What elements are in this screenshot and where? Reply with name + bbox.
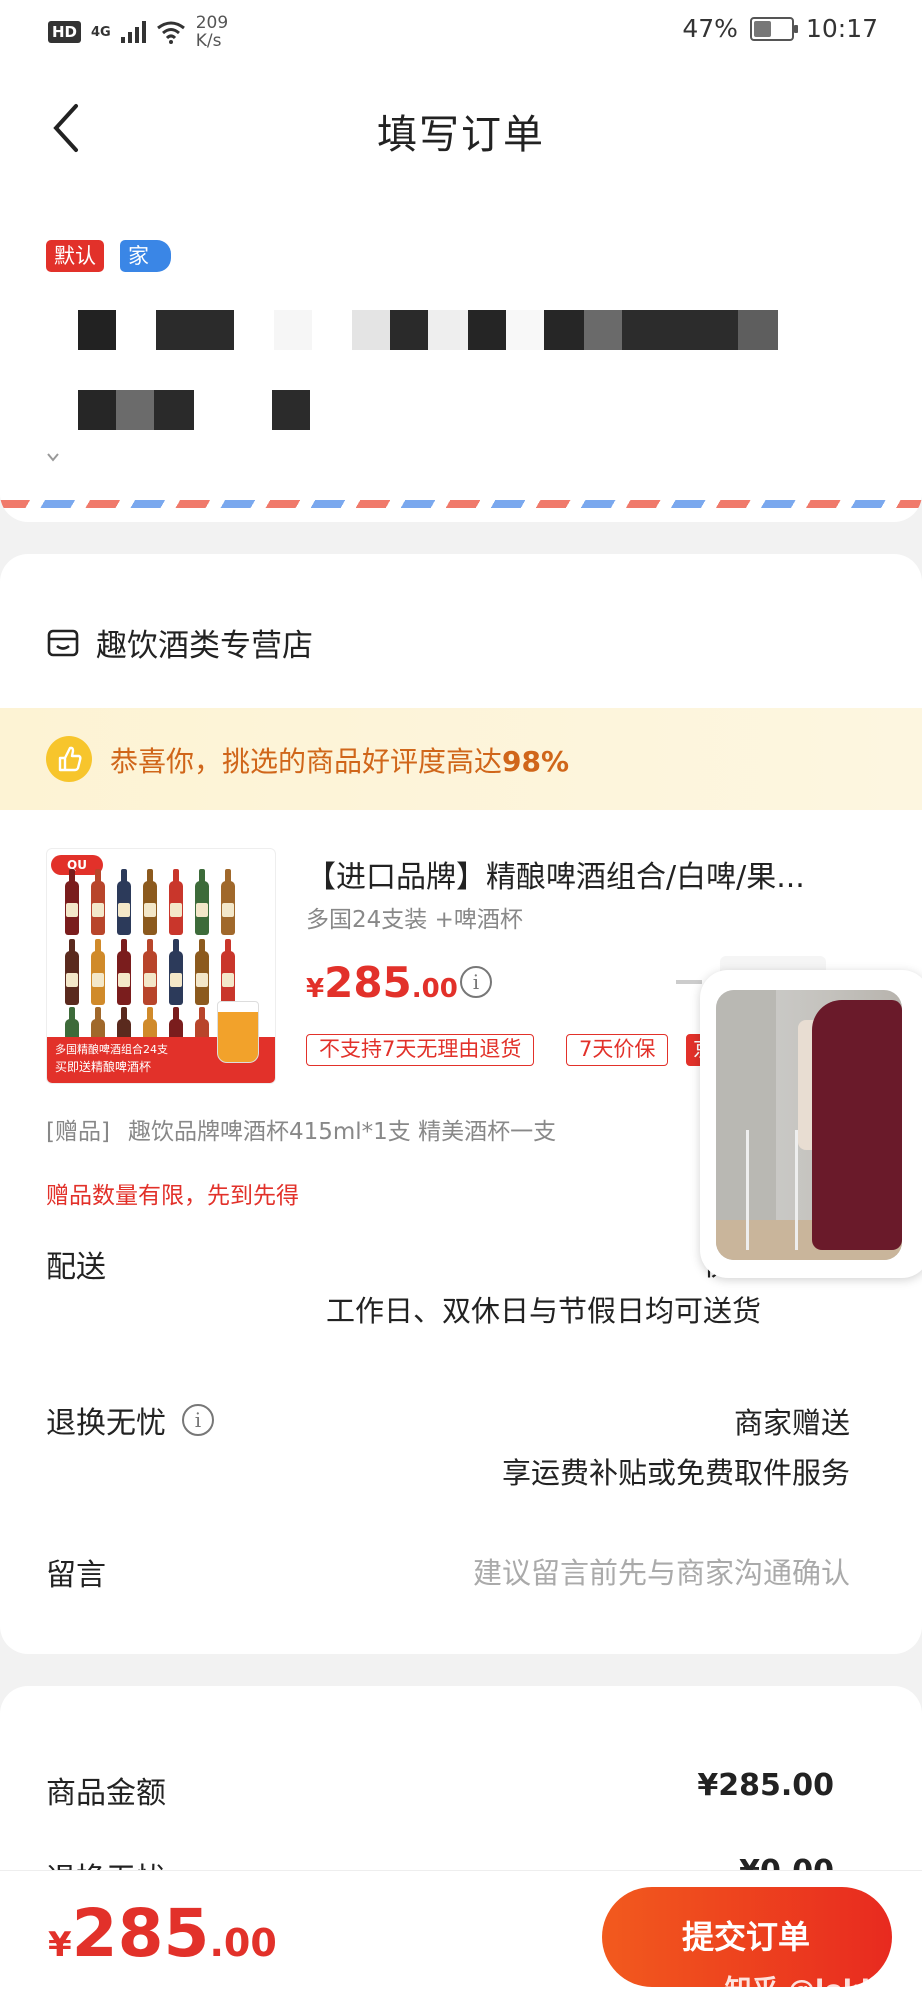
returns-label: 退换无忧 xyxy=(46,1406,166,1441)
page-header: 填写订单 xyxy=(0,64,922,192)
image-caption-top: 多国精酿啤酒组合24支 xyxy=(55,1043,168,1056)
price-integer: 285 xyxy=(324,958,412,1007)
praise-rate: 98% xyxy=(502,745,570,778)
network-speed: 209 K/s xyxy=(196,14,228,50)
product-price: ¥285.00 xyxy=(306,958,458,1007)
status-right: 47% 10:17 xyxy=(682,14,878,43)
clock: 10:17 xyxy=(805,14,878,43)
status-bar: HD 4G 209 K/s 47% 10:17 xyxy=(0,0,922,64)
total-price: ¥285.00 xyxy=(48,1895,277,1972)
beer-bottle-icon xyxy=(195,869,209,935)
home-tag: 家 xyxy=(120,240,171,272)
checkout-bar: ¥285.00 提交订单 知乎 @loki xyxy=(0,1870,922,1997)
returns-value[interactable]: 商家赠送 xyxy=(734,1400,850,1442)
signal-icon xyxy=(120,21,146,43)
price-protect-badge: 7天价保 xyxy=(566,1034,669,1066)
watermark: 知乎 @loki xyxy=(724,1975,870,1997)
gift-line: [赠品] 趣饮品牌啤酒杯415ml*1支 精美酒杯一支 xyxy=(46,1112,556,1146)
message-label: 留言 xyxy=(46,1558,106,1593)
beer-bottle-icon xyxy=(169,869,183,935)
delivery-schedule[interactable]: 工作日、双休日与节假日均可送货 xyxy=(326,1288,761,1330)
total-currency: ¥ xyxy=(48,1925,72,1965)
praise-banner: 恭喜你，挑选的商品好评度高达98% xyxy=(0,708,922,810)
returns-service[interactable]: 享运费补贴或免费取件服务 xyxy=(502,1450,850,1492)
beer-bottle-icon xyxy=(169,939,183,1005)
beer-bottle-icon xyxy=(195,939,209,1005)
airmail-border xyxy=(0,500,922,508)
beer-bottle-icon xyxy=(65,869,79,935)
submit-order-button[interactable]: 提交订单 知乎 @loki xyxy=(602,1887,892,1997)
product-spec: 多国24支装 +啤酒杯 xyxy=(306,907,523,933)
battery-icon xyxy=(749,16,798,41)
gift-limit-notice: 赠品数量有限，先到先得 xyxy=(46,1183,299,1209)
delivery-label: 配送 xyxy=(46,1250,106,1285)
total-integer: 285 xyxy=(71,1895,210,1972)
product-image[interactable]: QU 多国精酿啤酒组合24支 买即送精酿啤酒杯 xyxy=(46,848,276,1084)
speed-unit: K/s xyxy=(195,31,222,51)
image-caption: 买即送精酿啤酒杯 xyxy=(55,1060,152,1074)
no-return-badge: 不支持7天无理由退货 xyxy=(306,1034,535,1066)
beer-glass-icon xyxy=(217,1001,259,1063)
price-info-icon[interactable]: i xyxy=(460,966,492,998)
beer-bottle-icon xyxy=(91,869,105,935)
beer-bottle-icon xyxy=(221,869,235,935)
store-header[interactable]: 趣饮酒类专营店 xyxy=(46,620,313,665)
contact-redacted-line xyxy=(78,390,310,430)
hd-indicator: HD xyxy=(48,21,82,43)
beer-bottle-icon xyxy=(143,939,157,1005)
returns-info-icon[interactable]: i xyxy=(182,1404,214,1436)
quantity-minus-button[interactable] xyxy=(676,980,702,984)
page-title: 填写订单 xyxy=(377,112,545,158)
beer-bottle-icon xyxy=(65,939,79,1005)
message-input[interactable]: 建议留言前先与商家沟通确认 xyxy=(473,1550,850,1592)
product-title[interactable]: 【进口品牌】精酿啤酒组合/白啤/果... xyxy=(306,852,866,896)
goods-amount-value: ¥285.00 xyxy=(697,1768,834,1803)
video-frame xyxy=(716,990,902,1260)
gift-tag: [赠品] xyxy=(46,1119,110,1145)
gift-text: 趣饮品牌啤酒杯415ml*1支 精美酒杯一支 xyxy=(127,1119,557,1145)
network-type: 4G xyxy=(91,24,111,40)
beer-bottle-icon xyxy=(143,869,157,935)
store-icon xyxy=(47,629,79,656)
floating-video-window[interactable] xyxy=(700,970,922,1278)
address-note-redacted xyxy=(44,450,62,468)
beer-bottle-icon xyxy=(221,939,235,1005)
thumbs-up-icon xyxy=(46,736,92,782)
goods-amount-label: 商品金额 xyxy=(46,1776,166,1811)
beer-bottle-icon xyxy=(117,939,131,1005)
praise-message: 恭喜你，挑选的商品好评度高达 xyxy=(110,745,503,778)
default-tag: 默认 xyxy=(46,240,104,272)
price-decimal: .00 xyxy=(411,974,458,1004)
address-redacted-line xyxy=(78,310,778,350)
speed-value: 209 xyxy=(195,13,229,33)
battery-percent: 47% xyxy=(682,14,738,43)
praise-text: 恭喜你，挑选的商品好评度高达98% xyxy=(110,740,569,780)
beer-bottle-icon xyxy=(91,939,105,1005)
status-left: HD 4G 209 K/s xyxy=(48,14,228,50)
store-name: 趣饮酒类专营店 xyxy=(96,628,313,664)
wifi-icon xyxy=(156,21,185,44)
beer-bottle-icon xyxy=(117,869,131,935)
total-decimal: .00 xyxy=(209,1921,277,1965)
returns-row-label: 退换无忧 i xyxy=(46,1398,214,1442)
price-currency: ¥ xyxy=(306,974,325,1004)
address-card[interactable]: 默认 家 xyxy=(0,192,922,522)
